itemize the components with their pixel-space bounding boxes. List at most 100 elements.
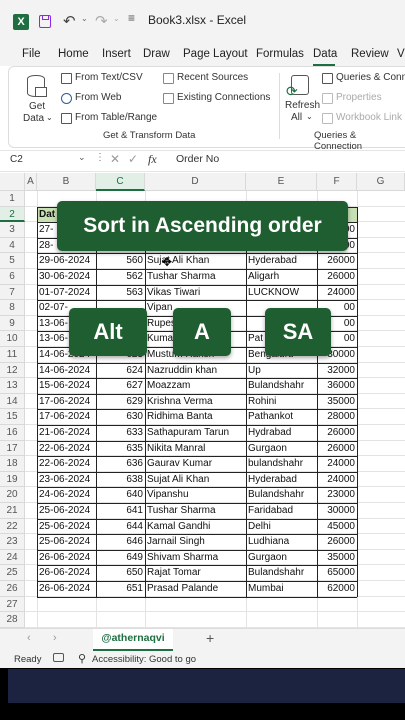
- table-cell-amount[interactable]: 26000: [317, 425, 357, 441]
- formula-input[interactable]: Order No: [176, 153, 219, 165]
- from-web-button[interactable]: From Web: [75, 92, 122, 103]
- accessibility-status[interactable]: Accessibility: Good to go: [92, 654, 196, 665]
- row-header-19[interactable]: 19: [0, 471, 25, 488]
- table-cell-city[interactable]: bulandshahr: [246, 456, 317, 472]
- table-cell-date[interactable]: 22-06-2024: [37, 441, 96, 457]
- get-data-button[interactable]: Get Data ⌄: [21, 73, 53, 125]
- table-cell-order[interactable]: 641: [96, 503, 145, 519]
- cancel-icon[interactable]: ✕: [110, 152, 120, 166]
- row-header-25[interactable]: 25: [0, 565, 25, 581]
- row-header-7[interactable]: 7: [0, 284, 25, 301]
- row-header-4[interactable]: 4: [0, 237, 25, 254]
- table-cell-amount[interactable]: 35000: [317, 550, 357, 566]
- table-cell-amount[interactable]: 24000: [317, 456, 357, 472]
- table-cell-date[interactable]: 17-06-2024: [37, 409, 96, 425]
- from-text-csv-button[interactable]: From Text/CSV: [75, 72, 143, 83]
- row-header-21[interactable]: 21: [0, 503, 25, 519]
- row-header-28[interactable]: 28: [0, 612, 25, 628]
- row-header-3[interactable]: 3: [0, 222, 25, 238]
- redo-dropdown-icon[interactable]: ⌄: [113, 14, 120, 23]
- column-header-f[interactable]: F: [317, 173, 357, 191]
- undo-dropdown-icon[interactable]: ⌄: [81, 14, 88, 23]
- row-header-1[interactable]: 1: [0, 191, 25, 207]
- table-cell-amount[interactable]: 28000: [317, 409, 357, 425]
- next-sheet-icon[interactable]: ›: [53, 632, 57, 644]
- table-cell-city[interactable]: LUCKNOW: [246, 285, 317, 301]
- table-cell-city[interactable]: Rohini: [246, 394, 317, 410]
- refresh-all-button[interactable]: ⟳ Refresh All ⌄: [283, 73, 320, 125]
- table-cell-amount[interactable]: 65000: [317, 565, 357, 581]
- table-cell-city[interactable]: Hyderabad: [246, 472, 317, 488]
- row-header-10[interactable]: 10: [0, 331, 25, 347]
- table-cell-order[interactable]: 638: [96, 472, 145, 488]
- table-cell-order[interactable]: 650: [96, 565, 145, 581]
- table-cell-order[interactable]: 636: [96, 456, 145, 472]
- tab-insert[interactable]: Insert: [102, 48, 131, 60]
- table-cell-name[interactable]: Nikita Manral: [145, 441, 246, 457]
- table-cell-amount[interactable]: 30000: [317, 503, 357, 519]
- table-cell-name[interactable]: Sathapuram Tarun: [145, 425, 246, 441]
- sheet-tab[interactable]: @athernaqvi: [93, 629, 173, 651]
- table-cell-amount[interactable]: 45000: [317, 519, 357, 535]
- table-cell-date[interactable]: 26-06-2024: [37, 565, 96, 581]
- table-cell-name[interactable]: Jarnail Singh: [145, 534, 246, 550]
- row-header-15[interactable]: 15: [0, 409, 25, 425]
- table-cell-date[interactable]: 26-06-2024: [37, 550, 96, 566]
- table-cell-date[interactable]: 25-06-2024: [37, 534, 96, 550]
- row-header-23[interactable]: 23: [0, 534, 25, 550]
- table-cell-order[interactable]: 649: [96, 550, 145, 566]
- table-cell-amount[interactable]: 26000: [317, 253, 357, 269]
- table-cell-order[interactable]: 633: [96, 425, 145, 441]
- table-cell-amount[interactable]: 35000: [317, 394, 357, 410]
- redo-icon[interactable]: ↷: [95, 12, 108, 30]
- table-cell-order[interactable]: 644: [96, 519, 145, 535]
- table-cell-city[interactable]: Mumbai: [246, 581, 317, 597]
- table-cell-city[interactable]: Delhi: [246, 519, 317, 535]
- table-cell-date[interactable]: 29-06-2024: [37, 253, 96, 269]
- table-cell-date[interactable]: 30-06-2024: [37, 269, 96, 285]
- row-header-26[interactable]: 26: [0, 581, 25, 597]
- row-header-16[interactable]: 16: [0, 425, 25, 441]
- table-cell-amount[interactable]: 26000: [317, 269, 357, 285]
- table-cell-date[interactable]: 23-06-2024: [37, 472, 96, 488]
- row-header-18[interactable]: 18: [0, 456, 25, 472]
- table-cell-amount[interactable]: 62000: [317, 581, 357, 597]
- table-cell-date[interactable]: 17-06-2024: [37, 394, 96, 410]
- tab-file[interactable]: File: [22, 48, 41, 60]
- table-cell-name[interactable]: Prasad Palande: [145, 581, 246, 597]
- table-cell-order[interactable]: 562: [96, 269, 145, 285]
- table-cell-order[interactable]: 629: [96, 394, 145, 410]
- chevron-down-icon[interactable]: ⌄: [78, 152, 86, 163]
- row-header-27[interactable]: 27: [0, 596, 25, 613]
- accessibility-icon[interactable]: ⚲: [78, 652, 86, 665]
- workbook-links-button[interactable]: Workbook Link: [336, 112, 402, 123]
- row-header-22[interactable]: 22: [0, 518, 25, 535]
- macro-recorder-icon[interactable]: [53, 653, 64, 662]
- table-cell-city[interactable]: Hydrabad: [246, 425, 317, 441]
- existing-connections-button[interactable]: Existing Connections: [177, 92, 270, 103]
- table-cell-order[interactable]: 563: [96, 285, 145, 301]
- column-header-g[interactable]: G: [357, 173, 405, 191]
- table-cell-amount[interactable]: 23000: [317, 487, 357, 503]
- row-header-9[interactable]: 9: [0, 315, 25, 332]
- table-cell-city[interactable]: Pathankot: [246, 409, 317, 425]
- row-header-12[interactable]: 12: [0, 362, 25, 379]
- row-header-8[interactable]: 8: [0, 300, 25, 316]
- customize-toolbar-icon[interactable]: ≡: [128, 11, 135, 25]
- table-cell-date[interactable]: 01-07-2024: [37, 285, 96, 301]
- row-header-13[interactable]: 13: [0, 378, 25, 394]
- table-cell-city[interactable]: Gurgaon: [246, 550, 317, 566]
- table-cell-city[interactable]: Aligarh: [246, 269, 317, 285]
- table-cell-name[interactable]: Gaurav Kumar: [145, 456, 246, 472]
- table-cell-amount[interactable]: 26000: [317, 441, 357, 457]
- table-cell-date[interactable]: 21-06-2024: [37, 425, 96, 441]
- table-cell-name[interactable]: Vikas Tiwari: [145, 285, 246, 301]
- table-cell-name[interactable]: Sujat Ali Khan: [145, 253, 246, 269]
- table-cell-name[interactable]: Sujat Ali Khan: [145, 472, 246, 488]
- table-cell-order[interactable]: 627: [96, 378, 145, 394]
- tab-review[interactable]: Review: [351, 48, 389, 60]
- table-cell-name[interactable]: Vipanshu: [145, 487, 246, 503]
- column-header-e[interactable]: E: [246, 173, 317, 191]
- table-cell-amount[interactable]: 24000: [317, 285, 357, 301]
- from-table-range-button[interactable]: From Table/Range: [75, 112, 157, 123]
